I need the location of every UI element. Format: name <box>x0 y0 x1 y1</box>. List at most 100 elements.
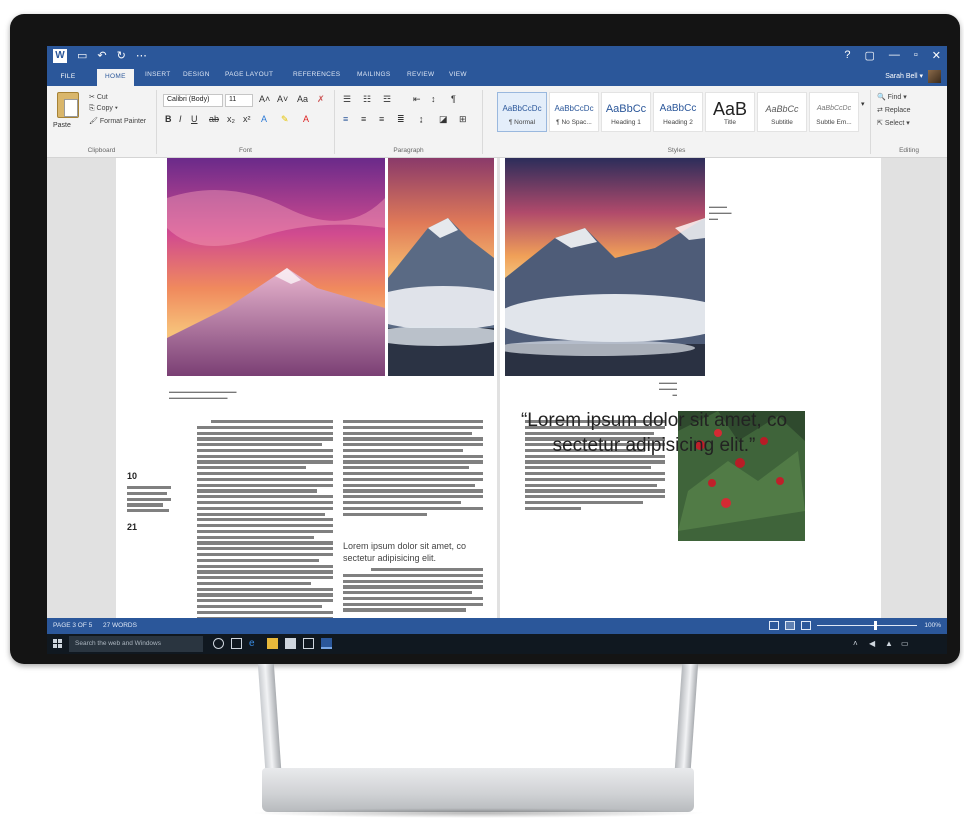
align-left-icon[interactable]: ≡ <box>343 114 348 124</box>
word-count[interactable]: 27 WORDS <box>103 622 137 629</box>
photo-mountain-panorama[interactable] <box>505 158 705 376</box>
style-normal[interactable]: AaBbCcDc ¶ Normal <box>497 92 547 132</box>
text-effects-icon[interactable]: A <box>261 114 267 124</box>
select-button[interactable]: ⇱ Select ▾ <box>877 119 910 127</box>
volume-icon[interactable]: ◀ <box>869 638 880 649</box>
align-right-icon[interactable]: ≡ <box>379 114 384 124</box>
style-heading-2[interactable]: AaBbCc Heading 2 <box>653 92 703 132</box>
tab-review[interactable]: REVIEW <box>407 71 434 78</box>
notifications-icon[interactable]: ▭ <box>901 638 912 649</box>
group-clipboard: Paste ✂ Cut ⎘ Copy ▾ 🖌 Format Painter Cl… <box>47 90 157 154</box>
close-icon[interactable]: ✕ <box>932 49 941 62</box>
font-size-field[interactable]: 11 <box>225 94 253 107</box>
multilevel-icon[interactable]: ☲ <box>383 94 391 105</box>
tab-page-layout[interactable]: PAGE LAYOUT <box>225 71 273 78</box>
task-view-icon[interactable] <box>231 638 242 649</box>
tab-file[interactable]: FILE <box>47 68 89 86</box>
edge-icon[interactable]: e <box>249 638 260 649</box>
pilcrow-icon[interactable]: ¶ <box>451 94 456 104</box>
style-title[interactable]: AaB Title <box>705 92 755 132</box>
indent-icon[interactable]: ⇤ <box>413 94 421 105</box>
tab-references[interactable]: REFERENCES <box>293 71 340 78</box>
tab-view[interactable]: VIEW <box>449 71 467 78</box>
style-subtitle[interactable]: AaBbCc Subtitle <box>757 92 807 132</box>
styles-scroll-icon[interactable]: ▾ <box>861 100 865 108</box>
photo-snow-mountain[interactable] <box>388 158 494 376</box>
italic-icon[interactable]: I <box>179 114 182 124</box>
align-center-icon[interactable]: ≡ <box>361 114 366 124</box>
numbering-icon[interactable]: ☷ <box>363 94 371 105</box>
bullets-icon[interactable]: ☰ <box>343 94 351 105</box>
group-editing: 🔍 Find ▾ ⇄ Replace ⇱ Select ▾ Editing <box>871 90 947 154</box>
web-layout-icon[interactable] <box>801 621 811 630</box>
redo-icon[interactable]: ↻ <box>117 49 126 63</box>
network-icon[interactable]: ▲ <box>885 638 896 649</box>
underline-icon[interactable]: U <box>191 114 198 124</box>
justify-icon[interactable]: ≣ <box>397 114 405 125</box>
shrink-font-icon[interactable]: A˅ <box>277 94 288 104</box>
style-preview: AaBbCcDc <box>554 104 594 113</box>
user-name[interactable]: Sarah Bell ▾ <box>885 72 923 80</box>
print-layout-icon[interactable] <box>785 621 795 630</box>
find-button[interactable]: 🔍 Find ▾ <box>877 93 907 101</box>
line-spacing-icon[interactable]: ↨ <box>419 114 424 124</box>
save-icon[interactable]: ▭ <box>77 49 87 63</box>
zoom-slider[interactable] <box>817 625 917 626</box>
replace-button[interactable]: ⇄ Replace <box>877 106 911 114</box>
store-icon[interactable] <box>285 638 296 649</box>
change-case-icon[interactable]: Aa <box>297 94 308 104</box>
microphone-icon[interactable] <box>213 638 224 649</box>
photo-pink-mountain[interactable] <box>167 158 385 376</box>
document-area[interactable]: ▬▬▬▬▬▬▬▬▬▬▬▬▬▬▬ ▬▬▬▬▬▬▬▬▬▬▬▬▬ ▬▬▬▬ ▬▬▬▬▬ ▬▬… <box>47 158 947 618</box>
tab-mailings[interactable]: MAILINGS <box>357 71 390 78</box>
paste-icon[interactable] <box>57 92 79 118</box>
style-heading-1[interactable]: AaBbCc Heading 1 <box>601 92 651 132</box>
cut-button[interactable]: ✂ Cut <box>89 93 108 101</box>
style-no-spacing[interactable]: AaBbCcDc ¶ No Spac... <box>549 92 599 132</box>
avatar[interactable] <box>928 70 941 83</box>
sort-icon[interactable]: ↕ <box>431 94 436 104</box>
tab-insert[interactable]: INSERT <box>145 71 171 78</box>
ribbon-tabs: FILE HOME INSERT DESIGN PAGE LAYOUT REFE… <box>47 68 947 86</box>
maximize-icon[interactable]: ▫ <box>914 49 918 62</box>
borders-icon[interactable]: ⊞ <box>459 114 467 125</box>
zoom-percent[interactable]: 100% <box>924 622 941 629</box>
read-mode-icon[interactable] <box>769 621 779 630</box>
zoom-slider-thumb[interactable] <box>874 621 877 630</box>
customize-qat-icon[interactable]: ⋯ <box>136 49 147 63</box>
word-logo-icon: W <box>53 49 67 63</box>
undo-icon[interactable]: ↶ <box>97 49 106 63</box>
strikethrough-icon[interactable]: ab <box>209 114 219 124</box>
subscript-icon[interactable]: x₂ <box>227 114 235 124</box>
system-tray-icon[interactable]: ˄ <box>853 638 864 649</box>
font-name-field[interactable]: Calibri (Body) <box>163 94 223 107</box>
mail-icon[interactable] <box>303 638 314 649</box>
shading-icon[interactable]: ◪ <box>439 114 448 125</box>
font-color-icon[interactable]: A <box>303 114 309 124</box>
minimize-icon[interactable]: — <box>889 49 900 62</box>
tab-design[interactable]: DESIGN <box>183 71 210 78</box>
copy-button[interactable]: ⎘ Copy ▾ <box>89 105 118 113</box>
grow-font-icon[interactable]: A˄ <box>259 94 270 104</box>
windows-start-icon[interactable] <box>53 639 63 649</box>
bold-icon[interactable]: B <box>165 114 172 124</box>
word-taskbar-icon[interactable] <box>321 638 332 649</box>
style-name: ¶ Normal <box>508 119 536 126</box>
group-paragraph: ☰ ☷ ☲ ⇤ ↕ ¶ ≡ ≡ ≡ ≣ ↨ ◪ ⊞ Paragraph <box>335 90 483 154</box>
superscript-icon[interactable]: x² <box>243 114 251 124</box>
tab-home[interactable]: HOME <box>97 69 134 86</box>
format-painter-button[interactable]: 🖌 Format Painter <box>89 117 146 125</box>
status-bar: PAGE 3 OF 5 27 WORDS 100% <box>47 618 947 634</box>
caption-left: ▬▬▬▬▬▬▬▬▬▬▬▬▬▬▬ ▬▬▬▬▬▬▬▬▬▬▬▬▬ <box>169 389 237 400</box>
style-name: Heading 1 <box>611 119 641 126</box>
paste-button[interactable]: Paste <box>53 122 71 129</box>
page-count[interactable]: PAGE 3 OF 5 <box>53 622 92 629</box>
file-explorer-icon[interactable] <box>267 638 278 649</box>
group-styles: AaBbCcDc ¶ Normal AaBbCcDc ¶ No Spac... … <box>483 90 871 154</box>
style-subtle-emphasis[interactable]: AaBbCcDc Subtle Em... <box>809 92 859 132</box>
highlight-icon[interactable]: ✎ <box>281 114 289 125</box>
ribbon-display-icon[interactable]: ▢ <box>864 49 874 62</box>
help-icon[interactable]: ? <box>844 49 850 62</box>
clear-format-icon[interactable]: ✗ <box>317 94 325 105</box>
taskbar-search[interactable]: Search the web and Windows <box>69 636 203 652</box>
